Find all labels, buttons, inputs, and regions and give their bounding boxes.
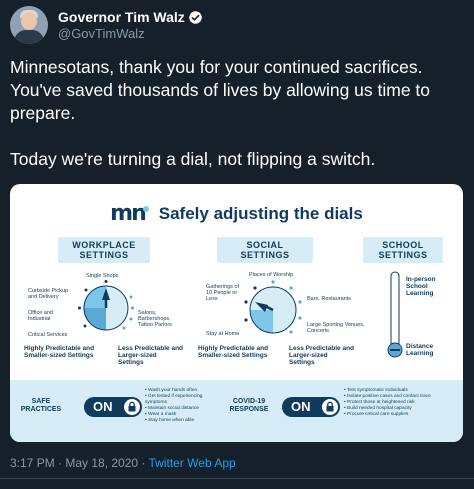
social-bottom-right: Less Predictable and Larger-sized Settin…: [289, 345, 355, 366]
safe-practice-item: Stay home when able: [145, 418, 215, 424]
avatar-suit: [14, 30, 44, 44]
workplace-left-label-1: Curbside Pickup and Delivery: [28, 288, 69, 300]
tweet-text: Minnesotans, thank you for your continue…: [10, 56, 468, 171]
safe-practices-label: SAFE PRACTICES: [16, 398, 66, 414]
workplace-dial: [78, 280, 134, 331]
avatar-face: [21, 12, 37, 30]
social-top-label: Places of Worship: [249, 272, 294, 278]
covid-response-label: COVID-19 RESPONSE: [224, 398, 274, 414]
graphic-title-row: mn Safely adjusting the dials: [10, 203, 463, 225]
school-top-label: In-person School Learning: [406, 276, 436, 297]
workplace-header-line2: SETTINGS: [79, 250, 129, 260]
workplace-left-label-3: Critical Services: [28, 332, 68, 338]
avatar[interactable]: [10, 6, 48, 44]
logo-text: mn: [110, 201, 147, 226]
verified-badge-icon: [189, 10, 202, 24]
school-header-line2: SETTINGS: [378, 250, 428, 260]
school-header-line1: SCHOOL: [382, 240, 424, 250]
lock-icon: [322, 399, 338, 415]
workplace-header: WORKPLACE SETTINGS: [58, 237, 150, 263]
attached-image[interactable]: mn Safely adjusting the dials WORKPLACE …: [10, 184, 463, 442]
workplace-header-line1: WORKPLACE: [72, 240, 136, 250]
display-name[interactable]: Governor Tim Walz: [58, 9, 185, 25]
social-right-label-2: Large Sporting Venues, Concerts: [307, 322, 365, 334]
workplace-right-label-1: Salons, Barbershops, Tattoo Parlors: [138, 310, 172, 328]
social-right-label-1: Bars, Restaurants: [307, 296, 352, 302]
author-names: Governor Tim Walz @GovTimWalz: [58, 9, 203, 41]
covid-response-toggle: ON: [282, 397, 340, 417]
tweet-paragraph-1: Minnesotans, thank you for your continue…: [10, 57, 431, 123]
social-bottom-left: Highly Predictable and Smaller-sized Set…: [198, 345, 269, 359]
workplace-top-label: Single Shops: [86, 273, 119, 279]
safe-practices-line2: PRACTICES: [20, 406, 62, 413]
social-left-label-1: Gatherings of 10 People or Less: [206, 284, 240, 302]
safe-practices-toggle: ON: [84, 397, 142, 417]
social-header: SOCIAL SETTINGS: [217, 237, 313, 263]
user-handle[interactable]: @GovTimWalz: [58, 26, 203, 41]
school-slider: [387, 271, 403, 358]
tweet-paragraph-2: Today we're turning a dial, not flipping…: [10, 149, 376, 169]
minnesota-logo-icon: mn: [110, 201, 149, 226]
safe-practices-toggle-text: ON: [93, 399, 113, 414]
name-row: Governor Tim Walz: [58, 9, 203, 25]
practices-bar: SAFE PRACTICES ON Wash your hands often …: [10, 380, 463, 442]
safe-practices-line1: SAFE: [31, 398, 51, 405]
tweet-meta: 3:17 PM · May 18, 2020 · Twitter Web App: [10, 456, 236, 470]
source-link[interactable]: Twitter Web App: [149, 456, 236, 470]
divider: [0, 478, 474, 479]
covid-response-line2: RESPONSE: [229, 406, 269, 413]
covid-response-line1: COVID-19: [232, 398, 266, 405]
social-header-line1: SOCIAL: [246, 240, 284, 250]
covid-response-list: Test symptomatic individuals Isolate pos…: [344, 388, 459, 418]
safe-practices-list: Wash your hands often Get tested if expe…: [145, 388, 215, 425]
tweet-timestamp[interactable]: 3:17 PM · May 18, 2020 ·: [10, 456, 149, 470]
school-header: SCHOOL SETTINGS: [363, 237, 443, 263]
social-left-label-2: Stay at Home: [206, 331, 240, 337]
graphic-title: Safely adjusting the dials: [158, 204, 363, 223]
school-bottom-label: Distance Learning: [406, 343, 434, 357]
lock-icon: [124, 399, 140, 415]
workplace-bottom-left: Highly Predictable and Smaller-sized Set…: [24, 345, 95, 359]
social-header-line2: SETTINGS: [240, 250, 290, 260]
covid-response-item: Procure critical care supplies: [344, 412, 459, 418]
safe-practice-item: Get tested if experiencing symptoms: [145, 394, 215, 406]
covid-response-toggle-text: ON: [291, 399, 311, 414]
workplace-bottom-right: Less Predictable and Larger-sized Settin…: [118, 345, 184, 366]
workplace-left-label-2: Office and Industrial: [28, 310, 53, 322]
social-dial: [244, 280, 302, 334]
tweet-header: Governor Tim Walz @GovTimWalz: [10, 6, 203, 44]
